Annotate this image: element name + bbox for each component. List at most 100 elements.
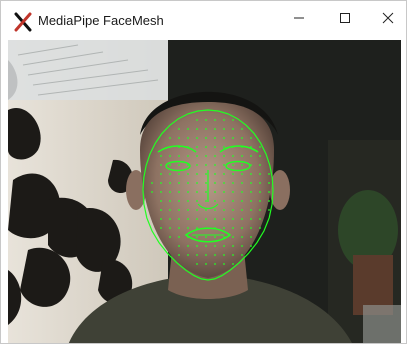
mesh-point: [268, 200, 270, 202]
mesh-point: [178, 254, 180, 256]
mesh-point: [259, 182, 261, 184]
mesh-point: [223, 218, 225, 220]
mesh-point: [268, 173, 270, 175]
mesh-point: [214, 200, 216, 202]
mesh-point: [241, 191, 243, 193]
mesh-point: [232, 119, 234, 121]
mesh-point: [160, 227, 162, 229]
window-title: MediaPipe FaceMesh: [38, 13, 164, 28]
mesh-point: [241, 254, 243, 256]
mesh-point: [151, 191, 153, 193]
mesh-point: [259, 227, 261, 229]
mesh-point: [169, 191, 171, 193]
mesh-point: [268, 191, 270, 193]
mesh-point: [205, 209, 207, 211]
mesh-point: [196, 191, 198, 193]
mesh-point: [214, 254, 216, 256]
mesh-point: [196, 119, 198, 121]
mesh-point: [241, 245, 243, 247]
mesh-point: [259, 191, 261, 193]
mesh-point: [169, 182, 171, 184]
mesh-point: [259, 155, 261, 157]
mesh-point: [250, 227, 252, 229]
mesh-point: [187, 245, 189, 247]
title-bar[interactable]: MediaPipe FaceMesh: [1, 1, 406, 39]
mesh-point: [223, 200, 225, 202]
box: [363, 305, 401, 343]
mesh-point: [250, 137, 252, 139]
mesh-point: [205, 200, 207, 202]
mesh-point: [160, 173, 162, 175]
mesh-point: [232, 137, 234, 139]
mesh-point: [187, 137, 189, 139]
mesh-point: [223, 155, 225, 157]
mesh-point: [250, 209, 252, 211]
mesh-point: [214, 182, 216, 184]
mesh-point: [250, 200, 252, 202]
mesh-point: [178, 128, 180, 130]
mesh-point: [160, 218, 162, 220]
mesh-point: [205, 173, 207, 175]
mesh-point: [214, 209, 216, 211]
mesh-point: [214, 245, 216, 247]
mesh-point: [223, 182, 225, 184]
minimize-button[interactable]: [276, 1, 322, 39]
webcam-viewport: [8, 40, 401, 343]
mesh-point: [205, 263, 207, 265]
mesh-point: [268, 209, 270, 211]
mesh-point: [250, 155, 252, 157]
mesh-point: [187, 227, 189, 229]
mesh-point: [178, 155, 180, 157]
mesh-point: [232, 200, 234, 202]
close-button[interactable]: [368, 1, 406, 39]
mesh-point: [169, 200, 171, 202]
mesh-point: [214, 236, 216, 238]
mesh-point: [223, 254, 225, 256]
mesh-point: [241, 209, 243, 211]
minimize-icon: [293, 11, 305, 29]
mesh-point: [205, 218, 207, 220]
mesh-point: [223, 146, 225, 148]
mesh-point: [196, 218, 198, 220]
mesh-point: [205, 128, 207, 130]
mesh-point: [169, 218, 171, 220]
mesh-point: [196, 146, 198, 148]
mesh-point: [268, 182, 270, 184]
mesh-point: [187, 128, 189, 130]
mesh-point: [232, 164, 234, 166]
mesh-point: [214, 164, 216, 166]
mesh-point: [196, 227, 198, 229]
mesh-point: [241, 128, 243, 130]
mesh-point: [160, 191, 162, 193]
mesh-point: [151, 182, 153, 184]
mesh-point: [205, 245, 207, 247]
maximize-button[interactable]: [322, 1, 368, 39]
mesh-point: [232, 245, 234, 247]
mesh-point: [232, 155, 234, 157]
mesh-point: [232, 218, 234, 220]
window-light: [8, 40, 168, 100]
mesh-point: [160, 182, 162, 184]
mesh-point: [169, 155, 171, 157]
mesh-point: [223, 119, 225, 121]
mesh-point: [169, 164, 171, 166]
mesh-point: [250, 245, 252, 247]
mesh-point: [178, 245, 180, 247]
mesh-point: [187, 209, 189, 211]
mesh-point: [205, 146, 207, 148]
close-icon: [382, 11, 394, 29]
mesh-point: [196, 128, 198, 130]
mesh-point: [241, 236, 243, 238]
mesh-point: [214, 155, 216, 157]
mesh-point: [187, 254, 189, 256]
mesh-point: [223, 137, 225, 139]
mesh-point: [178, 236, 180, 238]
mesh-point: [250, 191, 252, 193]
mesh-point: [241, 200, 243, 202]
mesh-point: [214, 218, 216, 220]
mesh-point: [205, 137, 207, 139]
mesh-point: [241, 182, 243, 184]
mesh-point: [169, 236, 171, 238]
mesh-point: [232, 254, 234, 256]
mesh-point: [160, 164, 162, 166]
